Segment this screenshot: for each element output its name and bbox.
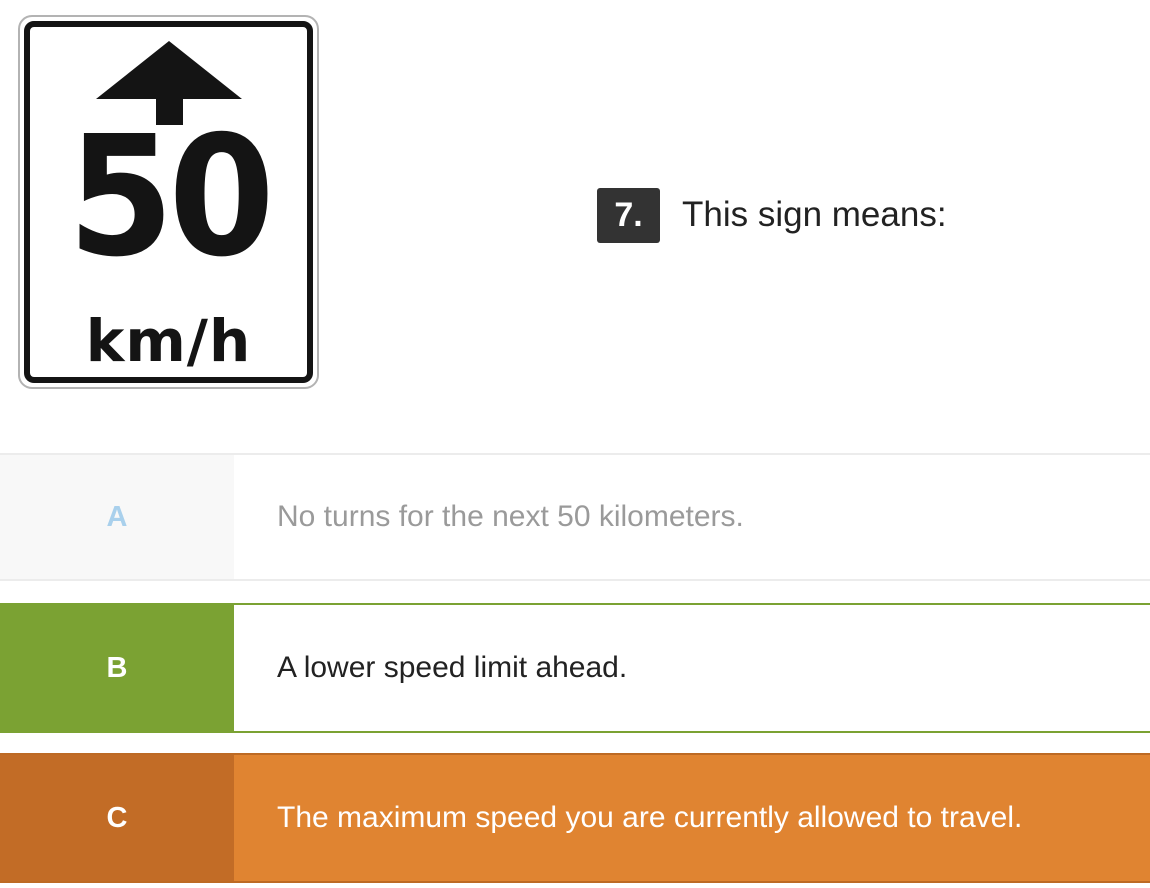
answer-letter-b: B [0, 605, 234, 731]
question-text: This sign means: [682, 195, 947, 234]
answer-text-a: No turns for the next 50 kilometers. [277, 500, 744, 533]
answer-text-b: A lower speed limit ahead. [277, 651, 628, 684]
answer-text-c: The maximum speed you are currently allo… [277, 801, 1023, 834]
answer-option-c[interactable]: C The maximum speed you are currently al… [0, 753, 1150, 883]
answer-option-b[interactable]: B A lower speed limit ahead. [0, 603, 1150, 733]
answer-letter-a: A [0, 455, 234, 579]
answer-option-a[interactable]: A No turns for the next 50 kilometers. [0, 453, 1150, 581]
speed-sign-image: 50 km/h [18, 15, 319, 389]
question-number-badge: 7. [597, 188, 660, 243]
answer-letter-c: C [0, 755, 234, 881]
sign-speed-unit: km/h [85, 307, 252, 375]
sign-border: 50 km/h [24, 21, 313, 383]
sign-speed-value: 50 [67, 101, 275, 294]
